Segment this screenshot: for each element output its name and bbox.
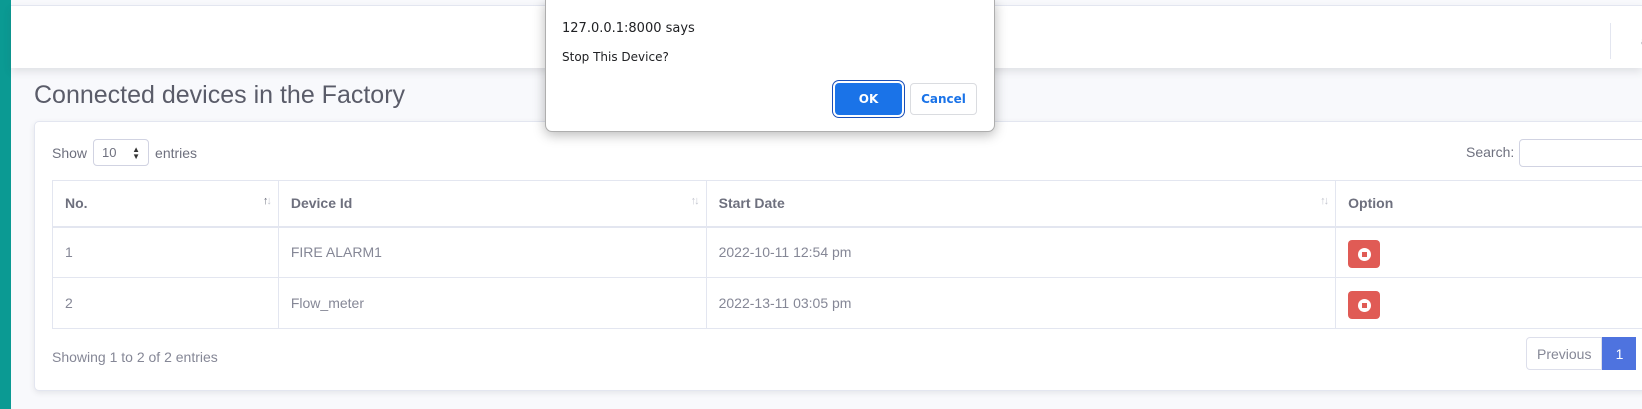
sidebar-edge	[0, 0, 11, 409]
column-header-no[interactable]: No. ↑↓	[52, 180, 279, 228]
sort-icon: ↑↓	[690, 195, 700, 207]
stop-device-button[interactable]	[1348, 240, 1381, 269]
select-arrows-icon: ▲ ▼	[132, 144, 141, 161]
cell-no: 2	[52, 277, 279, 329]
sort-asc-icon: ↑↓	[262, 195, 272, 207]
column-header-no-label: No.	[65, 195, 88, 212]
page-title: Connected devices in the Factory	[34, 81, 406, 109]
show-entries-control: Show 10 ▲ ▼ entries	[52, 139, 197, 166]
column-header-device-id[interactable]: Device Id ↑↓	[277, 180, 707, 228]
stop-circle-icon	[1357, 247, 1371, 261]
table-row: 1 FIRE ALARM1 2022-10-11 12:54 pm	[52, 226, 1642, 278]
cell-option	[1335, 226, 1642, 278]
column-header-option: Option	[1335, 180, 1642, 228]
search-input[interactable]	[1519, 139, 1642, 167]
topbar-divider	[1610, 23, 1611, 59]
column-header-start-date-label: Start Date	[718, 195, 785, 212]
cell-device-id: FIRE ALARM1	[277, 226, 707, 278]
stop-circle-icon	[1357, 298, 1371, 312]
cell-option	[1335, 277, 1642, 329]
search-label: Search:	[1466, 144, 1515, 160]
cell-start-date: 2022-10-11 12:54 pm	[705, 226, 1337, 278]
cell-no: 1	[52, 226, 279, 278]
page-1-button[interactable]: 1	[1602, 337, 1637, 370]
cell-start-date: 2022-13-11 03:05 pm	[705, 277, 1337, 329]
entries-label: entries	[155, 144, 198, 161]
entries-select-value: 10	[102, 145, 117, 160]
dialog-origin: 127.0.0.1:8000 says	[562, 21, 695, 36]
dialog-message: Stop This Device?	[562, 50, 669, 64]
table-info: Showing 1 to 2 of 2 entries	[52, 349, 218, 365]
column-header-start-date[interactable]: Start Date ↑↓	[705, 180, 1337, 228]
cancel-button[interactable]: Cancel	[910, 83, 977, 115]
previous-page-button[interactable]: Previous	[1526, 337, 1603, 370]
column-header-device-id-label: Device Id	[290, 195, 353, 212]
ok-button[interactable]: OK	[835, 83, 902, 115]
stop-device-button[interactable]	[1348, 291, 1381, 319]
devices-table: No. ↑↓ Device Id ↑↓ Start Date ↑↓ Option…	[52, 180, 1642, 329]
column-header-option-label: Option	[1348, 195, 1394, 212]
confirm-dialog: 127.0.0.1:8000 says Stop This Device? OK…	[545, 0, 995, 132]
sort-icon: ↑↓	[1320, 195, 1329, 207]
entries-select[interactable]: 10 ▲ ▼	[93, 139, 150, 166]
pagination: Previous 1	[1526, 337, 1637, 370]
cell-device-id: Flow_meter	[277, 277, 707, 329]
show-label: Show	[52, 144, 88, 161]
table-row: 2 Flow_meter 2022-13-11 03:05 pm	[52, 277, 1642, 329]
